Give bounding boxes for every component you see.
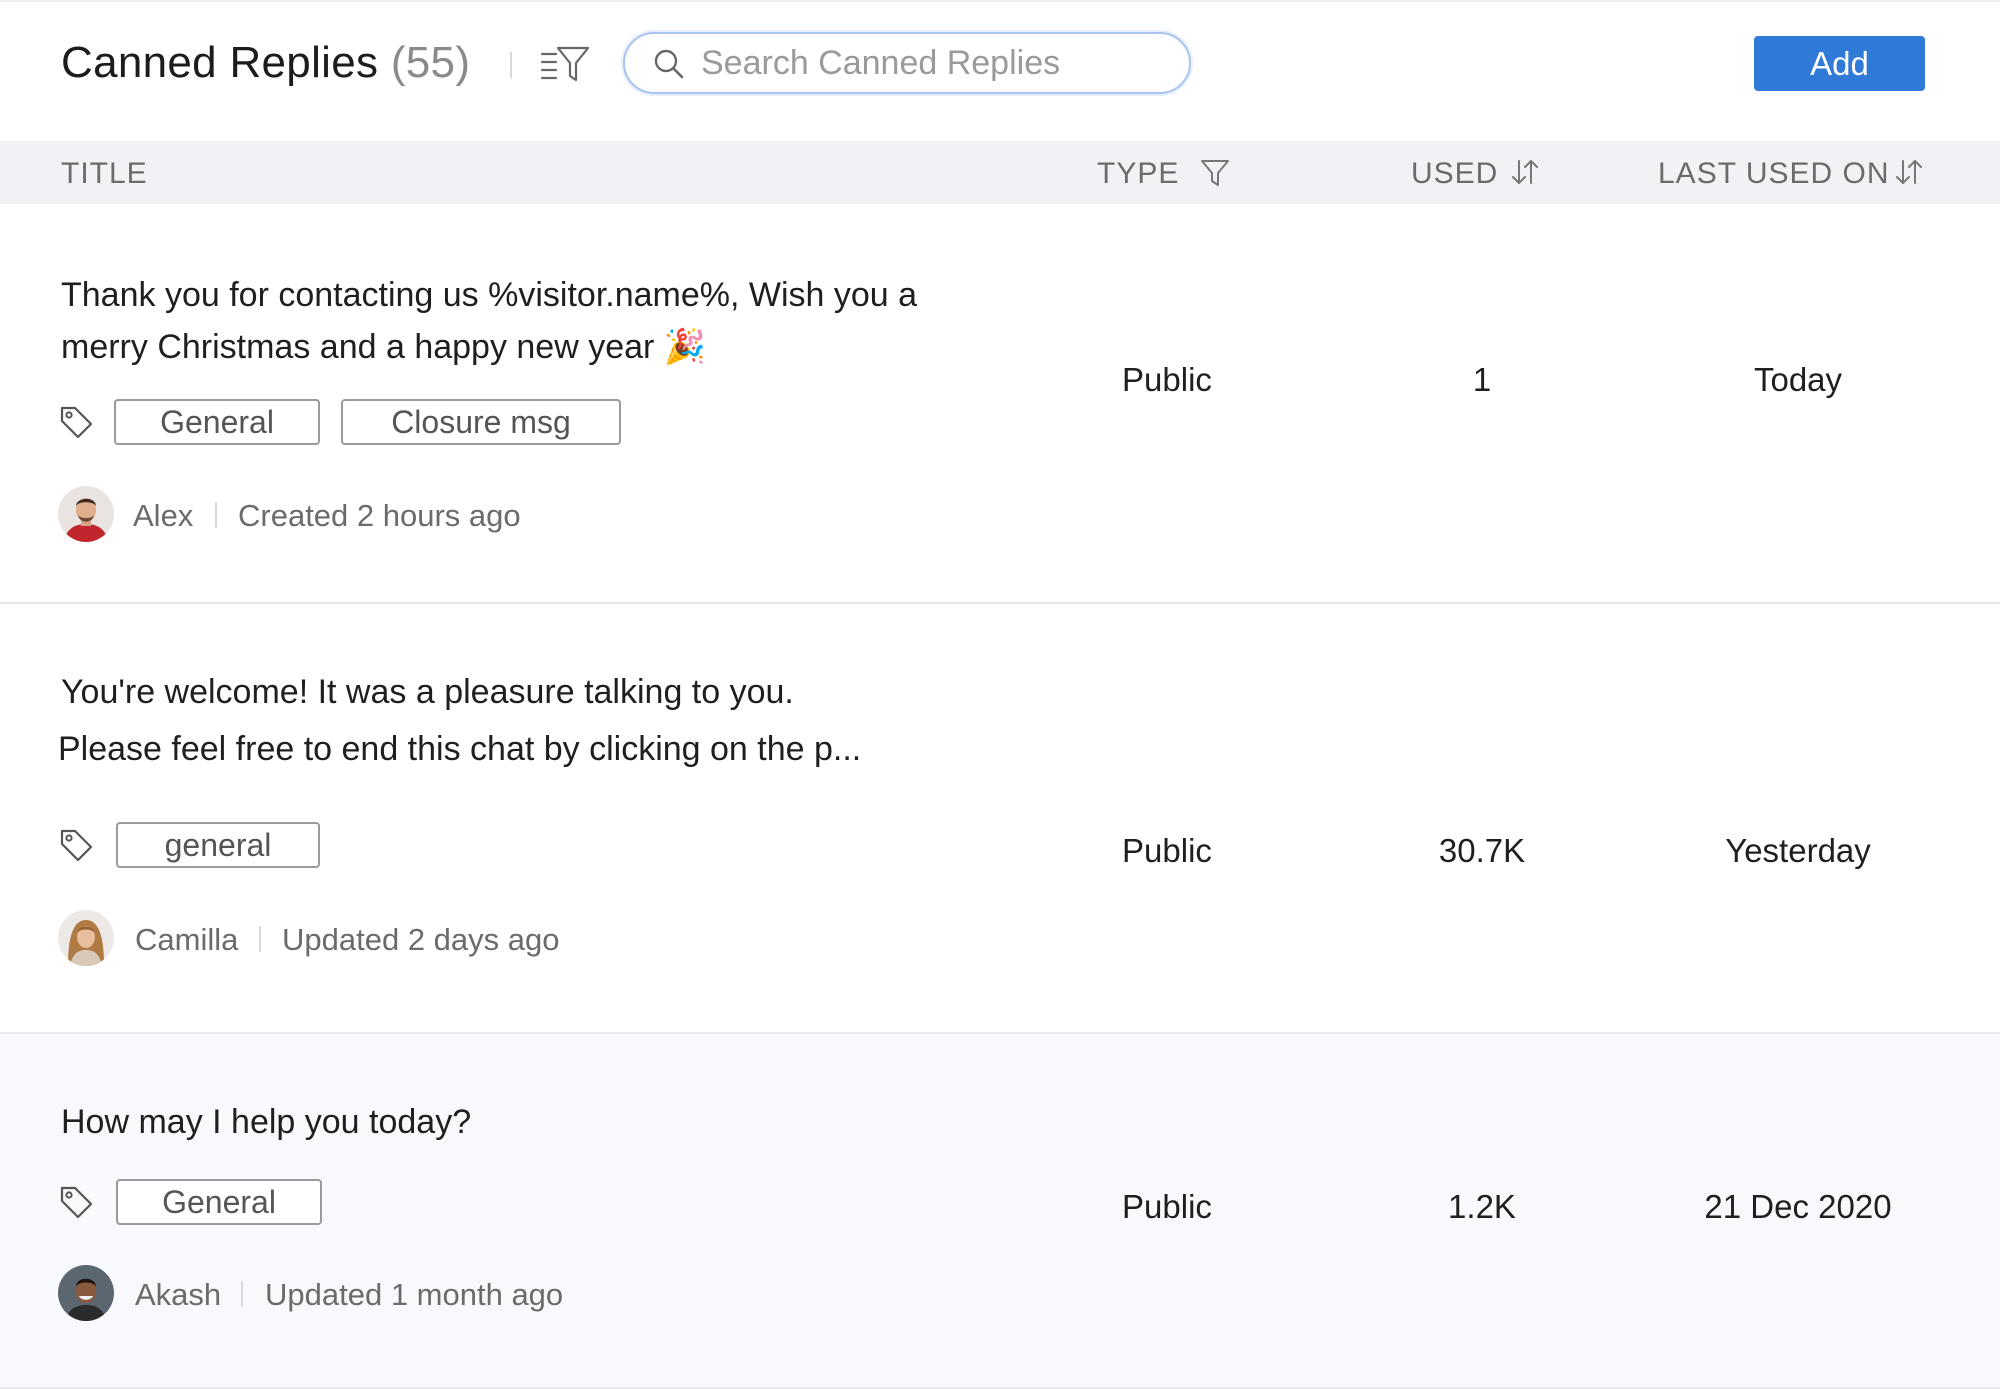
last-used-cell: Yesterday	[1725, 832, 1871, 869]
column-last-used-on[interactable]: LAST USED ON	[1658, 157, 1890, 191]
tag[interactable]: Closure msg	[341, 399, 621, 445]
sort-icon[interactable]	[1892, 155, 1926, 189]
tag[interactable]: General	[114, 399, 320, 445]
type-cell: Public	[1122, 832, 1212, 869]
filter-list-icon[interactable]	[540, 42, 592, 86]
table-header: TITLE TYPE USED LAST USED ON	[0, 141, 2000, 204]
tag[interactable]: general	[116, 822, 320, 868]
sort-icon[interactable]	[1508, 155, 1542, 189]
add-button[interactable]: Add	[1754, 36, 1925, 91]
column-used[interactable]: USED	[1411, 157, 1498, 191]
table-row[interactable]: You're welcome! It was a pleasure talkin…	[0, 604, 2000, 1034]
used-cell: 1	[1472, 361, 1492, 398]
status-text: Updated 2 days ago	[282, 922, 560, 957]
column-title: TITLE	[61, 157, 148, 190]
table-row[interactable]: Thank you for contacting us %visitor.nam…	[0, 204, 2000, 604]
tag-icon	[60, 1186, 93, 1219]
type-cell: Public	[1122, 1188, 1212, 1225]
page-title: Canned Replies (55)	[61, 38, 470, 88]
reply-text-line: merry Christmas and a happy new year 🎉	[61, 328, 707, 366]
reply-text-line: You're welcome! It was a pleasure talkin…	[61, 673, 794, 711]
avatar	[58, 486, 114, 542]
page-title-text: Canned Replies	[61, 38, 379, 87]
status-text: Created 2 hours ago	[238, 498, 521, 533]
last-used-cell: 21 Dec 2020	[1704, 1188, 1892, 1225]
used-cell: 30.7K	[1438, 832, 1526, 869]
search-icon	[654, 49, 684, 79]
reply-count: (55)	[390, 38, 471, 87]
author-name: Akash	[135, 1277, 222, 1312]
last-used-cell: Today	[1753, 361, 1843, 398]
status-text: Updated 1 month ago	[265, 1277, 564, 1312]
reply-text-line: How may I help you today?	[61, 1103, 472, 1141]
table-row[interactable]: How may I help you today? General Akash …	[0, 1034, 2000, 1389]
reply-text-line: Please feel free to end this chat by cli…	[58, 730, 862, 768]
divider	[215, 502, 217, 528]
tag-icon	[60, 406, 93, 439]
tag[interactable]: General	[116, 1179, 322, 1225]
author-name: Alex	[133, 498, 194, 533]
funnel-icon[interactable]	[1198, 155, 1232, 189]
search-input[interactable]	[701, 34, 1171, 92]
divider	[241, 1281, 243, 1307]
tag-icon	[60, 829, 93, 862]
page-header: Canned Replies (55) Add	[0, 0, 2000, 141]
author-name: Camilla	[135, 922, 239, 957]
column-type[interactable]: TYPE	[1097, 157, 1179, 191]
reply-text-line: Thank you for contacting us %visitor.nam…	[61, 276, 918, 314]
divider	[510, 52, 512, 78]
used-cell: 1.2K	[1448, 1188, 1516, 1225]
search-box[interactable]	[623, 32, 1191, 94]
divider	[259, 926, 261, 952]
avatar	[58, 1265, 114, 1321]
avatar	[58, 910, 114, 966]
type-cell: Public	[1122, 361, 1212, 398]
